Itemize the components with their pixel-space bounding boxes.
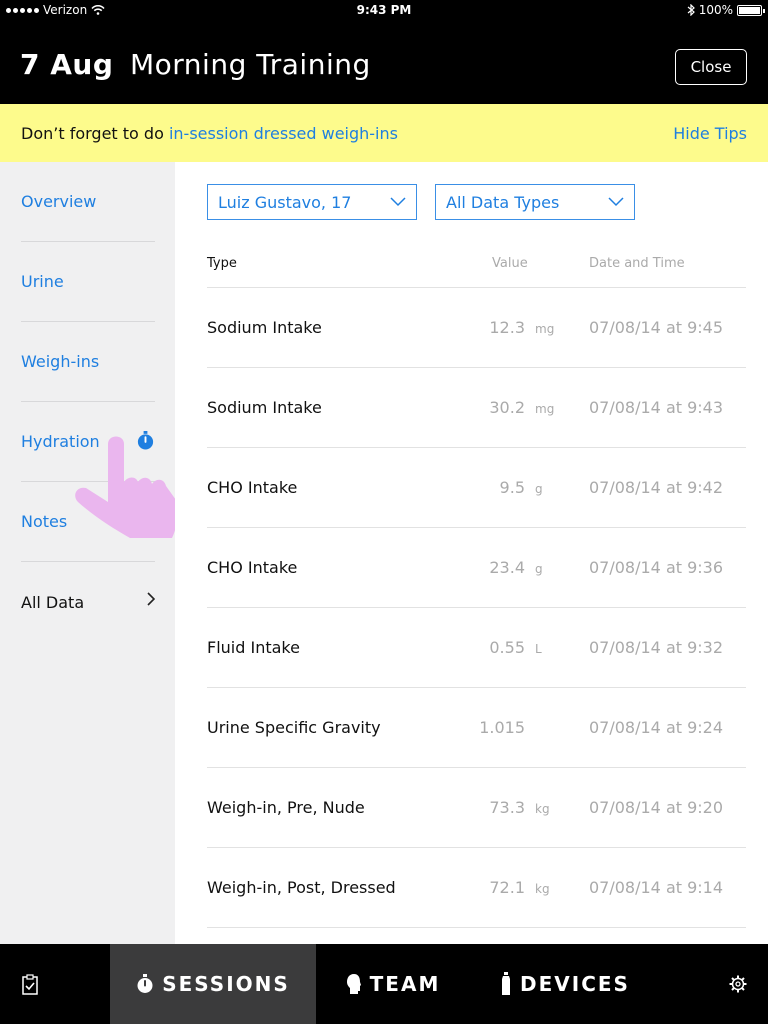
close-button[interactable]: Close bbox=[675, 49, 747, 85]
chevron-down-icon bbox=[608, 197, 624, 207]
row-unit: kg bbox=[535, 802, 550, 816]
sidebar-item-label: Weigh-ins bbox=[21, 352, 100, 371]
row-type: Sodium Intake bbox=[207, 398, 322, 417]
data-panel: Luiz Gustavo, 17 All Data Types Type Val… bbox=[175, 162, 768, 944]
data-type-select[interactable]: All Data Types bbox=[435, 184, 635, 220]
row-datetime: 07/08/14 at 9:14 bbox=[589, 878, 724, 897]
row-value: 12.3 bbox=[489, 318, 525, 337]
head-silhouette-icon bbox=[346, 974, 361, 994]
session-title: Morning Training bbox=[130, 48, 371, 81]
row-unit: kg bbox=[535, 882, 550, 896]
sidebar-item-label: Overview bbox=[21, 192, 97, 211]
chevron-right-icon bbox=[147, 592, 155, 606]
row-value: 1.015 bbox=[479, 718, 525, 737]
row-datetime: 07/08/14 at 9:20 bbox=[589, 798, 724, 817]
status-right: 100% bbox=[687, 3, 765, 17]
sidebar-item-label: All Data bbox=[21, 592, 85, 612]
sidebar-item-urine[interactable]: Urine bbox=[21, 242, 155, 322]
row-type: CHO Intake bbox=[207, 478, 298, 497]
chevron-down-icon bbox=[390, 197, 406, 207]
row-unit: L bbox=[535, 642, 542, 656]
table-row[interactable]: Urine Specific Gravity 1.015 07/08/14 at… bbox=[207, 688, 746, 768]
sidebar-item-all-data[interactable]: All Data bbox=[21, 562, 155, 642]
column-header-type[interactable]: Type bbox=[207, 256, 237, 271]
tab-label: TEAM bbox=[369, 972, 441, 996]
tip-prefix: Don’t forget to do bbox=[21, 124, 169, 143]
tab-devices[interactable]: DEVICES bbox=[495, 944, 635, 1024]
status-bar: Verizon 9:43 PM 100% bbox=[0, 0, 768, 20]
row-datetime: 07/08/14 at 9:32 bbox=[589, 638, 724, 657]
touch-hand-icon bbox=[75, 436, 177, 538]
sidebar-item-label: Urine bbox=[21, 272, 64, 291]
sidebar-item-label: Notes bbox=[21, 512, 68, 531]
tip-bar: Don’t forget to do in-session dressed we… bbox=[0, 104, 768, 162]
battery-icon bbox=[737, 4, 765, 16]
tab-team[interactable]: TEAM bbox=[338, 944, 448, 1024]
hide-tips-button[interactable]: Hide Tips bbox=[673, 124, 747, 143]
row-type: Weigh-in, Post, Dressed bbox=[207, 878, 396, 897]
table-row[interactable]: Sodium Intake 30.2 mg 07/08/14 at 9:43 bbox=[207, 368, 746, 448]
session-header: 7 Aug Morning Training Close bbox=[0, 20, 768, 104]
row-value: 23.4 bbox=[489, 558, 525, 577]
battery-percent: 100% bbox=[698, 3, 733, 17]
sidebar-item-weigh-ins[interactable]: Weigh-ins bbox=[21, 322, 155, 402]
bottle-icon bbox=[502, 972, 511, 995]
status-time: 9:43 PM bbox=[356, 3, 412, 17]
row-unit: mg bbox=[535, 322, 555, 336]
tab-label: SESSIONS bbox=[162, 972, 290, 996]
row-value: 73.3 bbox=[489, 798, 525, 817]
gear-icon[interactable] bbox=[729, 975, 747, 993]
column-header-datetime[interactable]: Date and Time bbox=[589, 256, 685, 271]
sidebar-item-overview[interactable]: Overview bbox=[21, 162, 155, 242]
row-unit: g bbox=[535, 482, 543, 496]
row-type: Fluid Intake bbox=[207, 638, 300, 657]
table-row[interactable]: Weigh-in, Post, Dressed 72.1 kg 07/08/14… bbox=[207, 848, 746, 928]
row-unit: mg bbox=[535, 402, 555, 416]
bluetooth-icon bbox=[687, 4, 695, 16]
tab-bar: SESSIONS TEAM DEVICES bbox=[0, 944, 768, 1024]
data-type-select-value: All Data Types bbox=[446, 192, 560, 212]
table-row[interactable]: Fluid Intake 0.55 L 07/08/14 at 9:32 bbox=[207, 608, 746, 688]
row-value: 0.55 bbox=[489, 638, 525, 657]
tab-label: DEVICES bbox=[520, 972, 630, 996]
row-type: Sodium Intake bbox=[207, 318, 322, 337]
table-row[interactable]: Weigh-in, Pre, Nude 73.3 kg 07/08/14 at … bbox=[207, 768, 746, 848]
table-row[interactable]: CHO Intake 9.5 g 07/08/14 at 9:42 bbox=[207, 448, 746, 528]
row-value: 9.5 bbox=[499, 478, 525, 497]
row-type: CHO Intake bbox=[207, 558, 298, 577]
row-type: Urine Specific Gravity bbox=[207, 718, 381, 737]
row-value: 72.1 bbox=[489, 878, 525, 897]
row-value: 30.2 bbox=[489, 398, 525, 417]
column-header-value[interactable]: Value bbox=[492, 256, 528, 271]
row-type: Weigh-in, Pre, Nude bbox=[207, 798, 365, 817]
sidebar: Overview Urine Weigh-ins Hydration Notes… bbox=[0, 162, 175, 944]
tip-text: Don’t forget to do in-session dressed we… bbox=[21, 124, 398, 143]
stopwatch-icon bbox=[137, 974, 153, 993]
tip-link[interactable]: in-session dressed weigh-ins bbox=[169, 124, 398, 143]
row-unit: g bbox=[535, 562, 543, 576]
row-datetime: 07/08/14 at 9:43 bbox=[589, 398, 724, 417]
table-row[interactable]: Sodium Intake 12.3 mg 07/08/14 at 9:45 bbox=[207, 288, 746, 368]
session-date: 7 Aug bbox=[20, 48, 114, 81]
row-datetime: 07/08/14 at 9:24 bbox=[589, 718, 724, 737]
table-row[interactable]: CHO Intake 23.4 g 07/08/14 at 9:36 bbox=[207, 528, 746, 608]
clipboard-check-icon[interactable] bbox=[20, 974, 40, 996]
row-datetime: 07/08/14 at 9:45 bbox=[589, 318, 724, 337]
athlete-select-value: Luiz Gustavo, 17 bbox=[218, 192, 352, 212]
athlete-select[interactable]: Luiz Gustavo, 17 bbox=[207, 184, 417, 220]
tab-sessions[interactable]: SESSIONS bbox=[110, 944, 316, 1024]
row-datetime: 07/08/14 at 9:36 bbox=[589, 558, 724, 577]
row-datetime: 07/08/14 at 9:42 bbox=[589, 478, 724, 497]
